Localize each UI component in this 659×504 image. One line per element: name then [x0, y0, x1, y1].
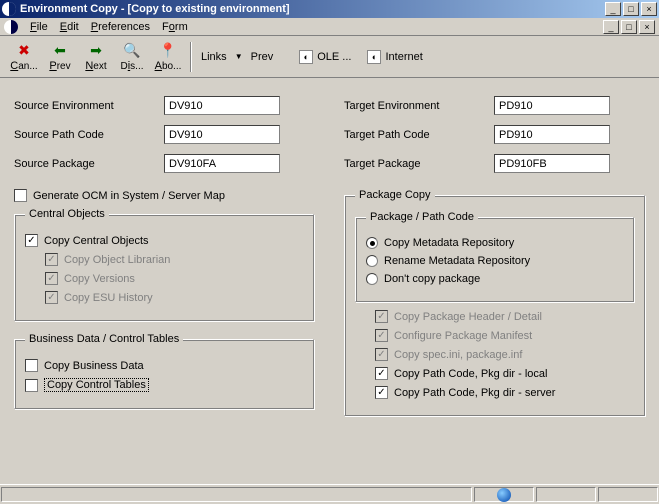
next-arrow-icon: ➡ [78, 42, 114, 60]
mdi-icon [4, 20, 18, 34]
menu-form[interactable]: Form [156, 21, 194, 33]
source-path-label: Source Path Code [14, 129, 164, 141]
links-dropdown-icon[interactable]: ▼ [235, 52, 243, 61]
package-path-code-group: Package / Path Code Copy Metadata Reposi… [355, 211, 634, 302]
status-globe [474, 487, 534, 502]
source-env-label: Source Environment [14, 100, 164, 112]
package-path-code-legend: Package / Path Code [366, 211, 478, 223]
checkbox-icon: ✓ [45, 272, 58, 285]
links-label: Links [201, 51, 227, 63]
checkbox-icon: ✓ [25, 234, 38, 247]
copy-metadata-radio[interactable]: Copy Metadata Repository [366, 237, 623, 249]
generate-ocm-checkbox[interactable]: Generate OCM in System / Server Map [14, 189, 314, 202]
window-controls: _ □ × [605, 2, 657, 16]
rename-metadata-radio[interactable]: Rename Metadata Repository [366, 255, 623, 267]
target-env-input[interactable] [494, 96, 610, 115]
next-button[interactable]: ➡Next [78, 42, 114, 72]
target-pkg-input[interactable] [494, 154, 610, 173]
copy-pkg-header-checkbox: ✓Copy Package Header / Detail [375, 310, 634, 323]
source-pkg-input[interactable] [164, 154, 280, 173]
checkbox-icon: ✓ [375, 329, 388, 342]
checkbox-icon: ✓ [45, 253, 58, 266]
display-button[interactable]: 🔍Dis... [114, 42, 150, 72]
status-cell-3 [598, 487, 658, 502]
mdi-restore-button[interactable]: □ [621, 20, 637, 34]
prev-button[interactable]: ⬅Prev [42, 42, 78, 72]
radio-icon [366, 237, 378, 249]
toolbar: ✖CCan...an... ⬅Prev ➡Next 🔍Dis... 📍Abo..… [0, 36, 659, 78]
radio-icon [366, 255, 378, 267]
business-data-group: Business Data / Control Tables Copy Busi… [14, 333, 314, 409]
checkbox-icon [25, 359, 38, 372]
configure-manifest-checkbox: ✓Configure Package Manifest [375, 329, 634, 342]
cancel-icon: ✖ [6, 42, 42, 60]
radio-icon [366, 273, 378, 285]
source-pkg-label: Source Package [14, 158, 164, 170]
copy-esu-checkbox: ✓Copy ESU History [45, 291, 303, 304]
internet-button[interactable]: ◐Internet [367, 50, 422, 64]
checkbox-icon: ✓ [375, 386, 388, 399]
source-path-input[interactable] [164, 125, 280, 144]
copy-object-librarian-checkbox: ✓Copy Object Librarian [45, 253, 303, 266]
ole-button[interactable]: ◐OLE ... [299, 50, 351, 64]
target-path-input[interactable] [494, 125, 610, 144]
title-bar: Environment Copy - [Copy to existing env… [0, 0, 659, 18]
checkbox-icon: ✓ [375, 367, 388, 380]
central-objects-legend: Central Objects [25, 208, 109, 220]
menu-edit[interactable]: Edit [54, 21, 85, 33]
minimize-button[interactable]: _ [605, 2, 621, 16]
display-icon: 🔍 [114, 42, 150, 60]
copy-versions-checkbox: ✓Copy Versions [45, 272, 303, 285]
checkbox-icon: ✓ [375, 310, 388, 323]
target-path-label: Target Path Code [344, 129, 494, 141]
about-icon: 📍 [150, 42, 186, 60]
business-data-legend: Business Data / Control Tables [25, 333, 183, 345]
form-area: Source Environment Source Path Code Sour… [0, 78, 659, 438]
menu-file[interactable]: File [24, 21, 54, 33]
copy-path-local-checkbox[interactable]: ✓Copy Path Code, Pkg dir - local [375, 367, 634, 380]
source-env-input[interactable] [164, 96, 280, 115]
menu-bar: File Edit Preferences Form _ □ × [0, 18, 659, 36]
dont-copy-radio[interactable]: Don't copy package [366, 273, 623, 285]
status-bar [0, 484, 659, 504]
checkbox-icon: ✓ [375, 348, 388, 361]
menu-preferences[interactable]: Preferences [85, 21, 156, 33]
ole-icon: ◐ [299, 50, 313, 64]
globe-icon [497, 488, 511, 502]
central-objects-group: Central Objects ✓Copy Central Objects ✓C… [14, 208, 314, 321]
about-button[interactable]: 📍Abo... [150, 42, 186, 72]
checkbox-icon [25, 379, 38, 392]
mdi-close-button[interactable]: × [639, 20, 655, 34]
target-env-label: Target Environment [344, 100, 494, 112]
copy-spec-ini-checkbox: ✓Copy spec.ini, package.inf [375, 348, 634, 361]
copy-business-data-checkbox[interactable]: Copy Business Data [25, 359, 303, 372]
maximize-button[interactable]: □ [623, 2, 639, 16]
close-button[interactable]: × [641, 2, 657, 16]
window-title: Environment Copy - [Copy to existing env… [20, 3, 605, 15]
target-pkg-label: Target Package [344, 158, 494, 170]
copy-path-server-checkbox[interactable]: ✓Copy Path Code, Pkg dir - server [375, 386, 634, 399]
package-copy-legend: Package Copy [355, 189, 435, 201]
copy-central-checkbox[interactable]: ✓Copy Central Objects [25, 234, 303, 247]
status-message [1, 487, 472, 502]
internet-icon: ◐ [367, 50, 381, 64]
toolbar-separator [190, 42, 191, 72]
cancel-button[interactable]: ✖CCan...an... [6, 42, 42, 72]
checkbox-icon [14, 189, 27, 202]
package-copy-group: Package Copy Package / Path Code Copy Me… [344, 189, 645, 416]
mdi-minimize-button[interactable]: _ [603, 20, 619, 34]
prev-link[interactable]: Prev [251, 51, 274, 63]
status-cell-2 [536, 487, 596, 502]
app-icon [2, 2, 16, 16]
prev-arrow-icon: ⬅ [42, 42, 78, 60]
checkbox-icon: ✓ [45, 291, 58, 304]
copy-control-tables-checkbox[interactable]: Copy Control Tables [25, 378, 303, 392]
